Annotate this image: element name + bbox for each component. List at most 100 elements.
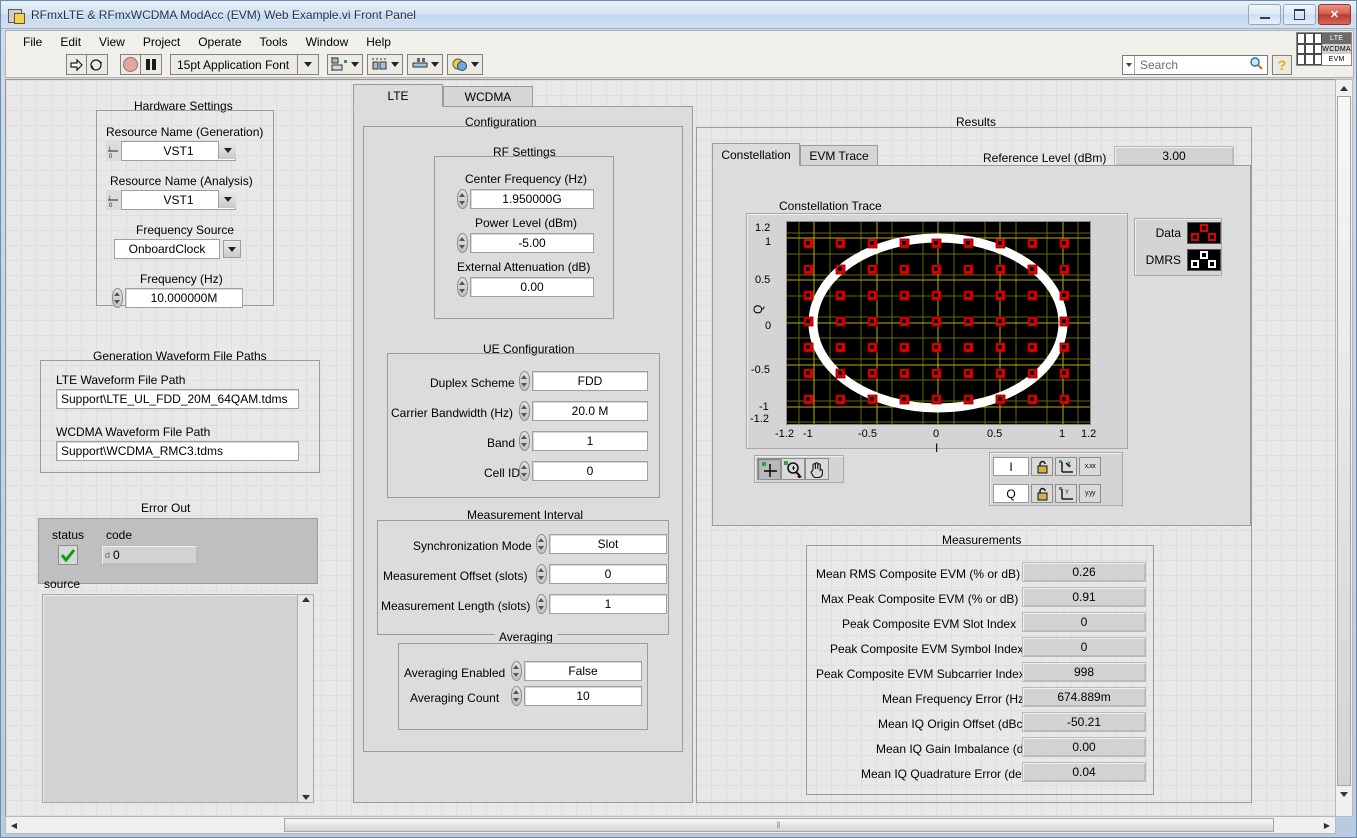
measurement-offset-control[interactable]: 0 (534, 564, 667, 584)
constellation-plot-area[interactable] (786, 221, 1091, 425)
power-level-control[interactable]: -5.00 (455, 233, 594, 253)
lte-waveform-path-label: LTE Waveform File Path (56, 373, 186, 387)
search-dropdown-icon[interactable] (1123, 56, 1135, 74)
x-tick-0.5: 0.5 (987, 428, 1003, 440)
measurement-length-stepper[interactable] (534, 594, 549, 614)
resource-name-generation-control[interactable]: I0 VST1 (106, 141, 236, 161)
frequency-hz-control[interactable]: 10.000000M (110, 288, 243, 308)
legend-swatch-dmrs[interactable] (1187, 248, 1221, 271)
center-frequency-control[interactable]: 1.950000G (455, 189, 594, 209)
center-frequency-stepper[interactable] (455, 189, 470, 209)
averaging-count-stepper[interactable] (509, 686, 524, 706)
frequency-hz-stepper[interactable] (110, 288, 125, 308)
question-mark-icon[interactable]: ? (1272, 55, 1292, 75)
x-format-precision-button[interactable]: x.xx (1079, 457, 1101, 476)
averaging-enabled-stepper[interactable] (509, 661, 524, 681)
run-continuously-icon[interactable] (87, 54, 108, 75)
pan-hand-icon[interactable] (805, 458, 829, 480)
scroll-up-icon[interactable] (301, 597, 310, 602)
synchronization-mode-stepper[interactable] (534, 534, 549, 554)
duplex-scheme-stepper[interactable] (517, 371, 532, 391)
error-source-indicator[interactable] (42, 594, 314, 803)
band-stepper[interactable] (517, 431, 532, 451)
resize-objects-icon[interactable] (407, 54, 444, 75)
y-scale-name[interactable]: Q (993, 484, 1029, 503)
carrier-bandwidth-stepper[interactable] (517, 401, 532, 421)
search-input[interactable]: Search (1122, 55, 1268, 75)
constellation-svg (787, 222, 1090, 424)
scroll-down-icon[interactable] (301, 795, 310, 800)
error-source-scrollbar[interactable] (297, 595, 313, 802)
panel-horizontal-scrollbar[interactable]: ◀ ‖ ▶ (5, 816, 1336, 834)
vscroll-thumb[interactable] (1337, 96, 1351, 786)
hscroll-left-icon[interactable]: ◀ (6, 821, 22, 830)
tab-wcdma[interactable]: WCDMA (443, 86, 533, 107)
reorder-objects-icon[interactable] (447, 54, 484, 75)
pause-icon[interactable] (141, 54, 162, 75)
frequency-source-control[interactable]: OnboardClock (114, 239, 241, 259)
zoom-magnifier-icon[interactable] (781, 458, 805, 480)
panel-vertical-scrollbar[interactable] (1335, 79, 1353, 817)
legend-swatch-data[interactable] (1187, 221, 1221, 244)
close-button[interactable]: ✕ (1318, 4, 1351, 25)
autoscale-y-icon[interactable]: Y (1055, 484, 1077, 503)
cursor-crosshair-icon[interactable] (757, 458, 781, 480)
resource-analysis-dropdown-icon[interactable] (218, 190, 236, 208)
cell-id-control[interactable]: 0 (517, 461, 648, 481)
abort-execution-icon[interactable] (120, 54, 141, 75)
font-selector[interactable]: 15pt Application Font (170, 54, 320, 75)
menu-view[interactable]: View (90, 33, 134, 51)
averaging-enabled-control[interactable]: False (509, 661, 642, 681)
legend-row-data[interactable]: Data (1135, 219, 1221, 246)
x-scale-name[interactable]: I (993, 457, 1029, 476)
wcdma-waveform-path-input[interactable]: Support\WCDMA_RMC3.tdms (56, 441, 299, 461)
plot-legend[interactable]: Data DMRS (1134, 218, 1222, 276)
font-selector-caret-icon[interactable] (297, 55, 313, 74)
power-level-stepper[interactable] (455, 233, 470, 253)
menu-file[interactable]: File (14, 33, 51, 51)
external-attenuation-control[interactable]: 0.00 (455, 277, 594, 297)
resource-name-analysis-control[interactable]: I0 VST1 (106, 190, 236, 210)
minimize-button[interactable] (1248, 4, 1281, 25)
maximize-button[interactable] (1283, 4, 1316, 25)
menu-edit[interactable]: Edit (51, 33, 90, 51)
duplex-scheme-control[interactable]: FDD (517, 371, 648, 391)
graph-palette[interactable] (754, 455, 844, 483)
hscroll-thumb[interactable]: ‖ (284, 818, 1274, 832)
averaging-count-control[interactable]: 10 (509, 686, 642, 706)
measurement-length-control[interactable]: 1 (534, 594, 667, 614)
duplex-scheme-value: FDD (577, 374, 603, 388)
y-format-precision-button[interactable]: y.yy (1079, 484, 1101, 503)
y-scale-lock-icon[interactable] (1031, 484, 1053, 503)
vi-icon-badge[interactable]: LTE WCDMA EVM (1296, 32, 1352, 66)
synchronization-mode-control[interactable]: Slot (534, 534, 667, 554)
external-attenuation-stepper[interactable] (455, 277, 470, 297)
carrier-bandwidth-control[interactable]: 20.0 M (517, 401, 648, 421)
frequency-source-dropdown-icon[interactable] (223, 240, 241, 258)
legend-row-dmrs[interactable]: DMRS (1135, 246, 1221, 273)
menu-window[interactable]: Window (297, 33, 358, 51)
menu-help[interactable]: Help (357, 33, 400, 51)
tab-lte[interactable]: LTE (353, 84, 443, 107)
run-arrow-icon[interactable] (66, 54, 87, 75)
band-control[interactable]: 1 (517, 431, 648, 451)
autoscale-x-icon[interactable]: X (1055, 457, 1077, 476)
align-objects-icon[interactable] (327, 54, 364, 75)
tab-evm-trace[interactable]: EVM Trace (800, 145, 878, 166)
vscroll-down-icon[interactable] (1340, 786, 1348, 802)
x-scale-lock-icon[interactable] (1031, 457, 1053, 476)
vscroll-up-icon[interactable] (1340, 80, 1348, 96)
distribute-objects-icon[interactable] (367, 54, 404, 75)
lte-waveform-path-input[interactable]: Support\LTE_UL_FDD_20M_64QAM.tdms (56, 389, 299, 409)
menu-project[interactable]: Project (134, 33, 189, 51)
svg-text:I: I (109, 196, 111, 202)
tab-constellation[interactable]: Constellation (712, 143, 800, 166)
resource-generation-dropdown-icon[interactable] (218, 141, 236, 159)
graph-scale-controls[interactable]: I X x.xx Q Y y.yy (989, 452, 1123, 506)
menu-operate[interactable]: Operate (189, 33, 250, 51)
green-check-icon[interactable] (58, 545, 78, 565)
measurement-offset-stepper[interactable] (534, 564, 549, 584)
hscroll-right-icon[interactable]: ▶ (1319, 821, 1335, 830)
menu-tools[interactable]: Tools (251, 33, 297, 51)
cell-id-stepper[interactable] (517, 461, 532, 481)
